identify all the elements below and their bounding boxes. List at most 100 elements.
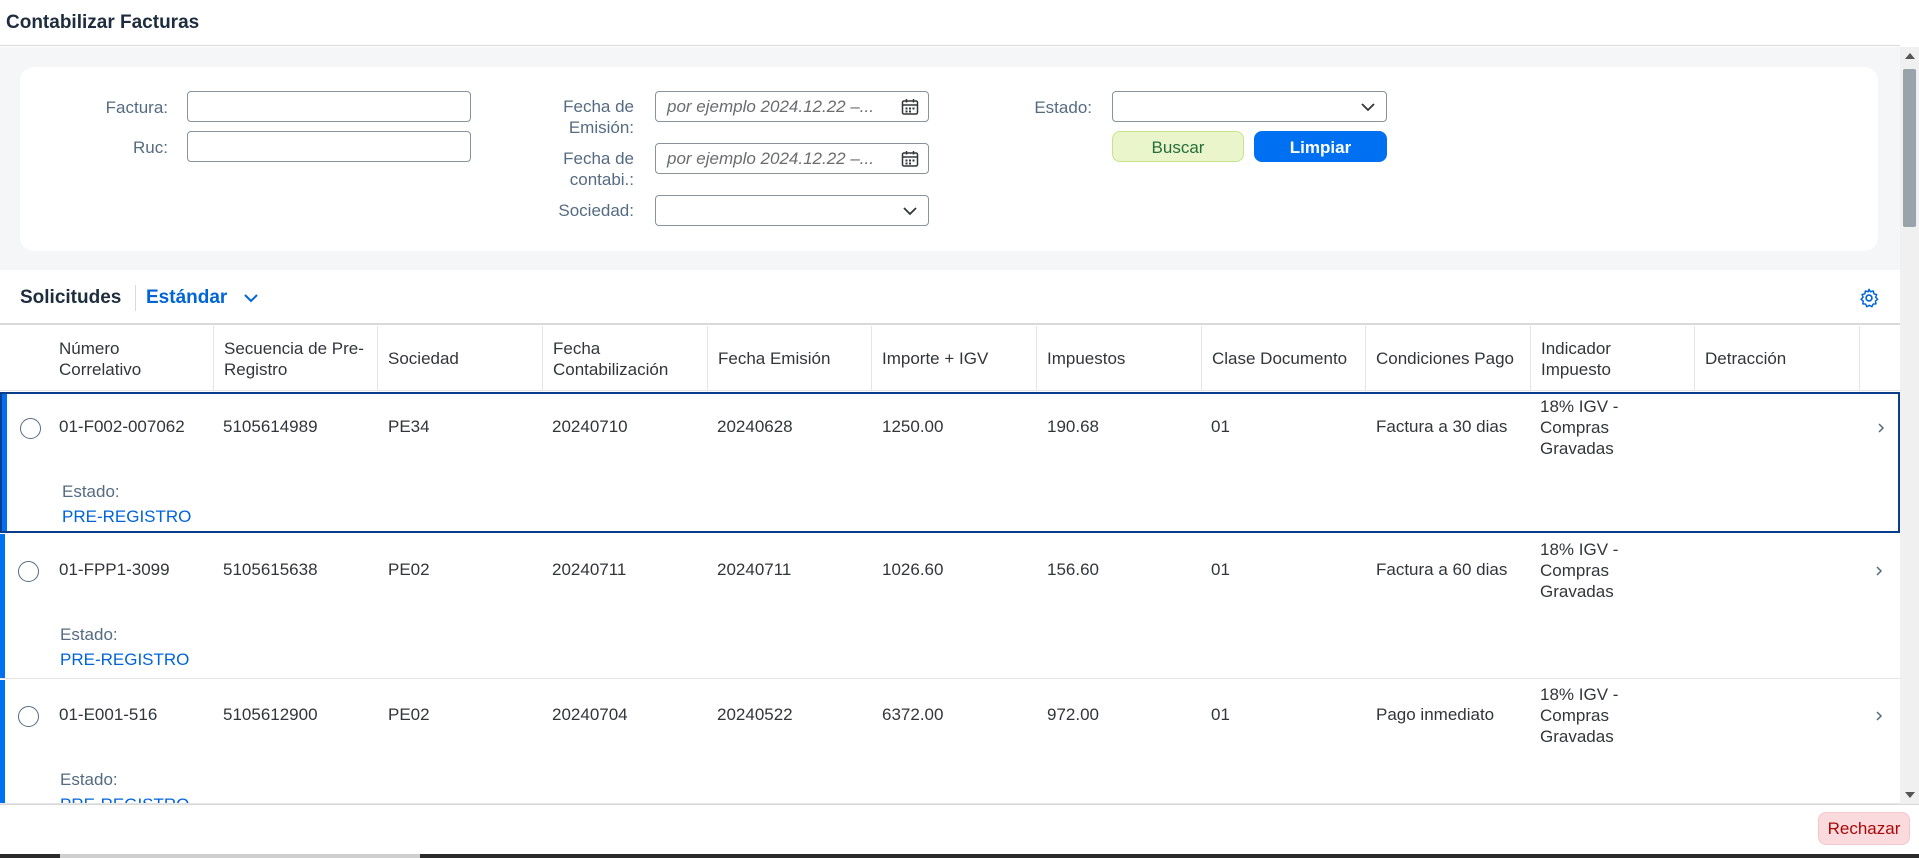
table-row[interactable]: 01-F002-007062 5105614989 PE34 20240710 … [0, 392, 1900, 533]
toolbar-separator [135, 285, 136, 311]
column-header-sociedad[interactable]: Sociedad [377, 326, 542, 391]
column-header-condiciones[interactable]: Condiciones Pago [1365, 326, 1530, 391]
fecha-emision-placeholder: por ejemplo 2024.12.22 –... [667, 97, 874, 116]
rechazar-button[interactable]: Rechazar [1818, 812, 1910, 845]
cell-numero: 01-E001-516 [59, 705, 158, 724]
cell-indicador: 18% IGV - Compras Gravadas [1540, 540, 1619, 601]
cell-importe: 1026.60 [882, 560, 944, 579]
estado-select[interactable] [1112, 91, 1387, 122]
chevron-down-icon[interactable] [242, 289, 260, 307]
taskbar-strip [0, 854, 1919, 858]
column-header-indicador[interactable]: Indicador Impuesto [1530, 326, 1694, 391]
ruc-label: Ruc: [133, 138, 168, 157]
fecha-emision-label-line2: Emisión: [568, 118, 634, 137]
cell-fecha-contab: 20240704 [552, 705, 628, 724]
table-title: Solicitudes [20, 287, 122, 308]
gear-icon[interactable] [1858, 287, 1880, 309]
cell-clase: 01 [1211, 560, 1230, 579]
cell-importe: 6372.00 [882, 705, 944, 724]
chevron-right-icon[interactable] [1872, 709, 1886, 723]
sociedad-select[interactable] [655, 195, 929, 226]
column-header-impuestos[interactable]: Impuestos [1036, 326, 1201, 391]
cell-impuestos: 156.60 [1047, 560, 1099, 579]
estado-status-value: PRE-REGISTRO [62, 507, 192, 526]
estado-field-label: Estado: [62, 482, 120, 501]
cell-fecha-contab: 20240710 [552, 417, 628, 436]
cell-fecha-emision: 20240628 [717, 417, 793, 436]
chevron-right-icon[interactable] [1874, 421, 1888, 435]
cell-sociedad: PE02 [388, 560, 430, 579]
estado-status-value: PRE-REGISTRO [60, 795, 189, 803]
cell-condiciones: Factura a 30 dias [1376, 417, 1508, 436]
cell-impuestos: 972.00 [1047, 705, 1099, 724]
column-header-detraccion[interactable]: Detracción [1694, 326, 1859, 391]
cell-fecha-emision: 20240522 [717, 705, 793, 724]
estado-field-label: Estado: [60, 625, 118, 644]
fecha-contab-label: Fecha de contabi.: [520, 148, 634, 190]
page-title: Contabilizar Facturas [6, 12, 200, 33]
chevron-down-icon[interactable] [1358, 97, 1378, 117]
cell-numero: 01-F002-007062 [59, 417, 185, 436]
cell-clase: 01 [1211, 417, 1230, 436]
column-header-numero[interactable]: Número Correlativo [49, 326, 213, 391]
column-header-importe[interactable]: Importe + IGV [871, 326, 1036, 391]
fecha-contab-label-line2: contabi.: [569, 170, 634, 189]
cell-secuencia: 5105614989 [223, 417, 318, 436]
fecha-contab-label-line1: Fecha de [563, 149, 634, 168]
factura-label: Factura: [105, 98, 168, 117]
buscar-button[interactable]: Buscar [1112, 131, 1244, 162]
column-header-fecha-emision[interactable]: Fecha Emisión [707, 326, 871, 391]
cell-fecha-contab: 20240711 [552, 560, 627, 579]
fecha-contab-input[interactable]: por ejemplo 2024.12.22 –... [655, 143, 929, 174]
row-highlight [2, 394, 7, 531]
calendar-icon[interactable] [900, 97, 920, 117]
footer-toolbar [0, 804, 1919, 854]
fecha-emision-label: Fecha de Emisión: [520, 96, 634, 138]
row-select-radio[interactable] [20, 418, 41, 439]
table-row[interactable]: 01-E001-516 5105612900 PE02 20240704 202… [0, 680, 1900, 804]
fecha-emision-label-line1: Fecha de [563, 97, 634, 116]
row-select-radio[interactable] [18, 561, 39, 582]
cell-sociedad: PE02 [388, 705, 430, 724]
cell-condiciones: Factura a 60 dias [1376, 560, 1508, 579]
sociedad-label: Sociedad: [558, 201, 634, 220]
factura-input[interactable] [187, 91, 471, 122]
ruc-input[interactable] [187, 131, 471, 162]
scroll-up-arrow-icon[interactable] [1905, 53, 1915, 59]
variant-selector[interactable]: Estándar [146, 287, 227, 309]
row-highlight [0, 680, 5, 803]
row-highlight [0, 534, 5, 678]
vertical-scrollbar[interactable] [1900, 47, 1919, 804]
chevron-down-icon[interactable] [900, 201, 920, 221]
cell-sociedad: PE34 [388, 417, 430, 436]
taskbar-segment [60, 854, 420, 858]
row-select-radio[interactable] [18, 706, 39, 727]
cell-clase: 01 [1211, 705, 1230, 724]
cell-impuestos: 190.68 [1047, 417, 1099, 436]
column-header-clase[interactable]: Clase Documento [1201, 326, 1365, 391]
table-header: Número Correlativo Secuencia de Pre-Regi… [0, 326, 1900, 391]
cell-secuencia: 5105615638 [223, 560, 318, 579]
estado-status-value: PRE-REGISTRO [60, 650, 190, 669]
page-header: Contabilizar Facturas [0, 0, 1900, 46]
cell-fecha-emision: 20240711 [717, 560, 792, 579]
scrollbar-thumb[interactable] [1903, 69, 1916, 227]
column-header-secuencia[interactable]: Secuencia de Pre-Registro [213, 326, 377, 391]
chevron-right-icon[interactable] [1872, 564, 1886, 578]
column-header-fecha-contab[interactable]: Fecha Contabilización [542, 326, 707, 391]
table-toolbar: Solicitudes Estándar [0, 271, 1900, 325]
estado-field-label: Estado: [60, 770, 118, 789]
calendar-icon[interactable] [900, 149, 920, 169]
cell-indicador: 18% IGV - Compras Gravadas [1540, 397, 1619, 458]
estado-label: Estado: [1034, 98, 1092, 117]
cell-importe: 1250.00 [882, 417, 944, 436]
fecha-emision-input[interactable]: por ejemplo 2024.12.22 –... [655, 91, 929, 122]
cell-indicador: 18% IGV - Compras Gravadas [1540, 685, 1619, 746]
scroll-down-arrow-icon[interactable] [1905, 792, 1915, 798]
table-row[interactable]: 01-FPP1-3099 5105615638 PE02 20240711 20… [0, 534, 1900, 679]
limpiar-button[interactable]: Limpiar [1254, 131, 1387, 162]
column-header-nav [1859, 326, 1900, 391]
cell-numero: 01-FPP1-3099 [59, 560, 170, 579]
cell-secuencia: 5105612900 [223, 705, 318, 724]
cell-condiciones: Pago inmediato [1376, 705, 1495, 724]
